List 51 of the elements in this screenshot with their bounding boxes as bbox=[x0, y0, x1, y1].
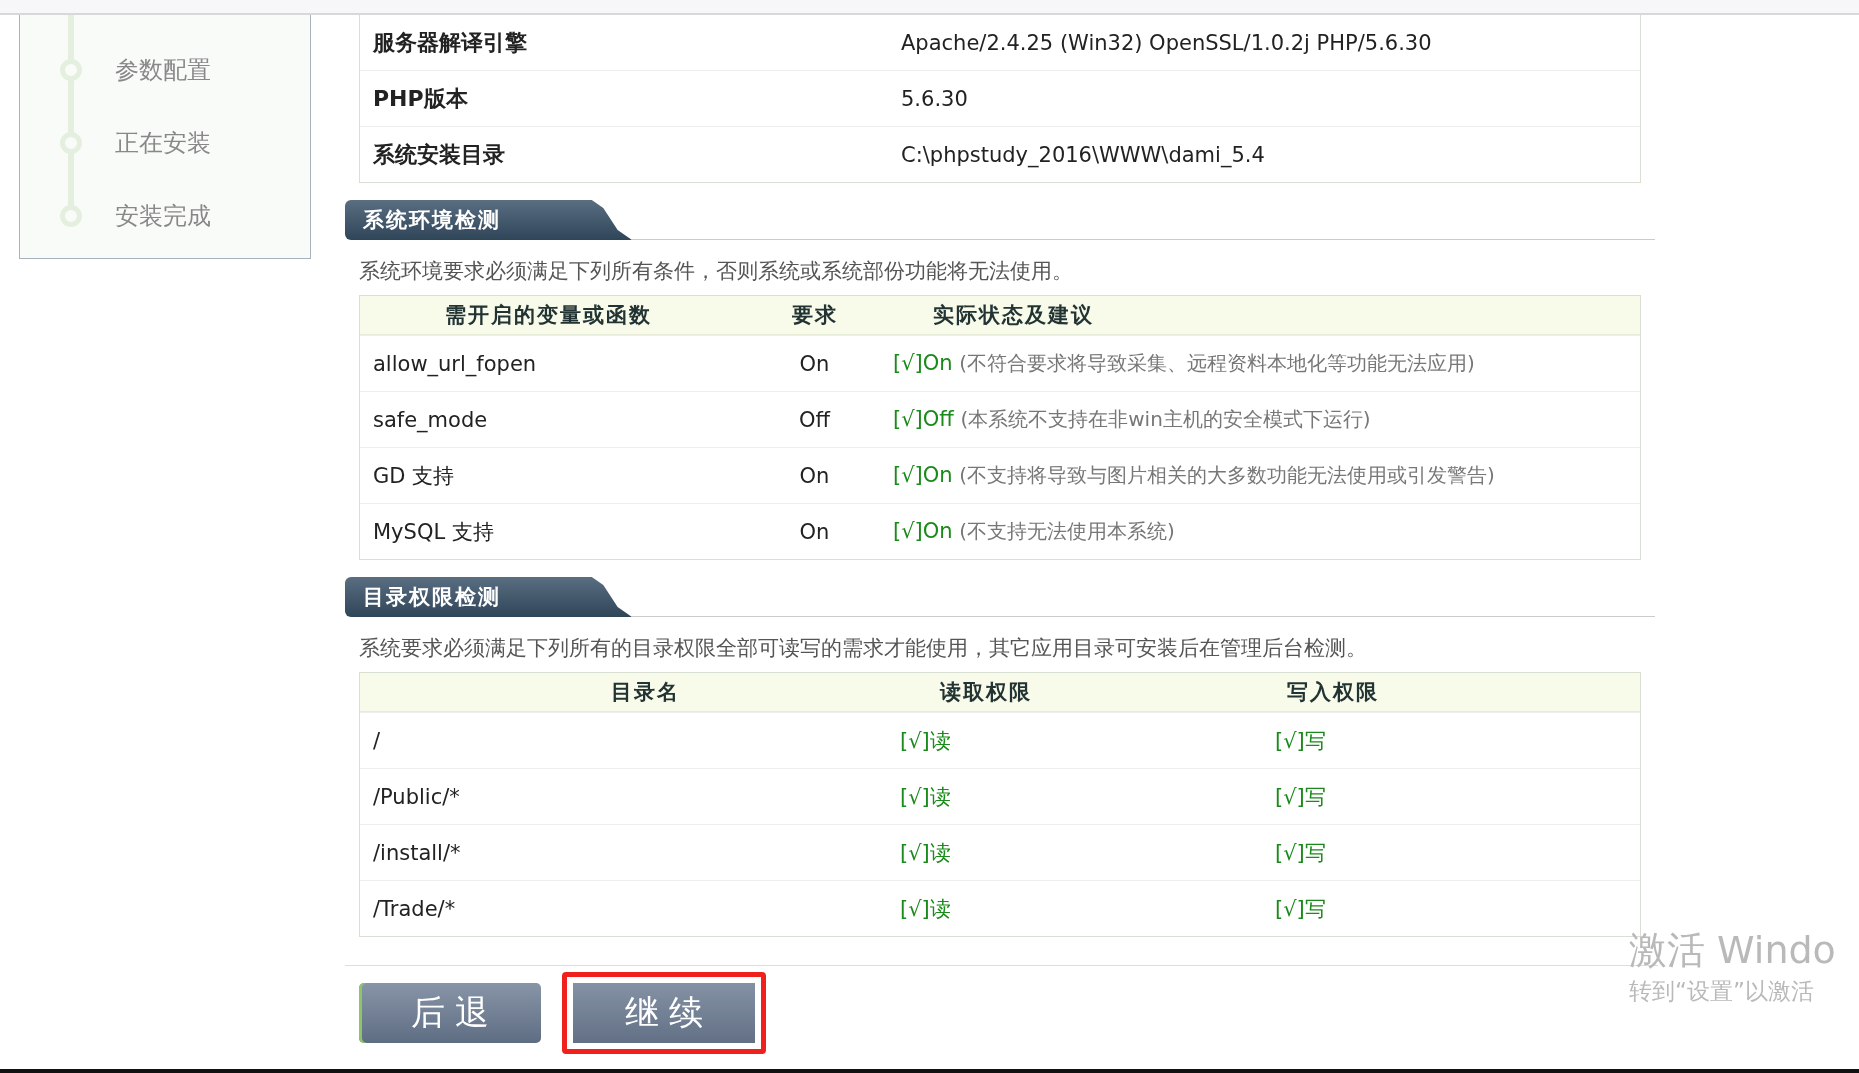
table-cell-text: allow_url_fopen bbox=[372, 351, 538, 376]
column-header: 读取权限 bbox=[938, 679, 1033, 706]
step-label: 参数配置 bbox=[115, 54, 211, 86]
status-text: [√]On bbox=[893, 351, 953, 375]
status-text: [√]On bbox=[893, 519, 953, 543]
nav-button[interactable]: 后 退 bbox=[359, 983, 541, 1043]
column-header: 目录名 bbox=[609, 679, 681, 706]
section-header: 目录权限检测 bbox=[345, 577, 632, 617]
write-status: [√]写 bbox=[1275, 896, 1326, 921]
status-text: [√]On bbox=[893, 463, 953, 487]
table-cell-text: / bbox=[372, 728, 382, 753]
read-status: [√]读 bbox=[900, 784, 951, 809]
step-label: 安装完成 bbox=[115, 200, 211, 232]
info-value: 5.6.30 bbox=[901, 86, 968, 111]
section-header: 系统环境检测 bbox=[345, 200, 632, 240]
write-status: [√]写 bbox=[1275, 784, 1326, 809]
advice-text: (本系统不支持在非win主机的安全模式下运行) bbox=[960, 407, 1371, 431]
info-label: 服务器解译引擎 bbox=[371, 28, 528, 57]
table-cell-text: /Public/* bbox=[372, 784, 461, 809]
table-cell-text: /Trade/* bbox=[372, 896, 457, 921]
table-cell-text: On bbox=[798, 351, 831, 376]
column-header: 需开启的变量或函数 bbox=[443, 302, 653, 329]
advice-text: (不支持无法使用本系统) bbox=[959, 519, 1175, 543]
step-label: 正在安装 bbox=[115, 127, 211, 159]
info-label: PHP版本 bbox=[372, 84, 469, 113]
write-status: [√]写 bbox=[1275, 840, 1326, 865]
table-cell-text: MySQL 支持 bbox=[372, 518, 495, 546]
table-cell-text: /install/* bbox=[372, 840, 462, 865]
table-cell-text: On bbox=[798, 463, 831, 488]
section-description: 系统要求必须满足下列所有的目录权限全部可读写的需求才能使用，其它应用目录可安装后在管理后台检测。 bbox=[359, 635, 1368, 662]
read-status: [√]读 bbox=[900, 840, 951, 865]
read-status: [√]读 bbox=[900, 728, 951, 753]
table-cell-text: Off bbox=[798, 407, 832, 432]
activation-hint: 转到“设置”以激活 bbox=[1629, 977, 1815, 1006]
table-cell-text: GD 支持 bbox=[372, 462, 456, 490]
nav-button[interactable]: 继 续 bbox=[562, 972, 766, 1054]
write-status: [√]写 bbox=[1275, 728, 1326, 753]
table-cell-text: On bbox=[798, 519, 831, 544]
advice-text: (不支持将导致与图片相关的大多数功能无法使用或引发警告) bbox=[959, 463, 1495, 487]
activation-title: 激活 Windo bbox=[1629, 927, 1837, 974]
section-description: 系统环境要求必须满足下列所有条件，否则系统或系统部份功能将无法使用。 bbox=[359, 258, 1074, 285]
read-status: [√]读 bbox=[900, 896, 951, 921]
info-value: C:\phpstudy_2016\WWW\dami_5.4 bbox=[901, 142, 1265, 167]
column-header: 写入权限 bbox=[1286, 679, 1380, 706]
column-header: 实际状态及建议 bbox=[932, 302, 1095, 329]
table-cell-text: safe_mode bbox=[372, 407, 489, 432]
advice-text: (不符合要求将导致采集、远程资料本地化等功能无法应用) bbox=[959, 351, 1475, 375]
column-header: 要求 bbox=[790, 302, 839, 329]
info-value: Apache/2.4.25 (Win32) OpenSSL/1.0.2j PHP/5.6.30 bbox=[901, 30, 1432, 55]
status-text: [√]Off bbox=[893, 407, 954, 431]
info-label: 系统安装目录 bbox=[372, 140, 506, 169]
